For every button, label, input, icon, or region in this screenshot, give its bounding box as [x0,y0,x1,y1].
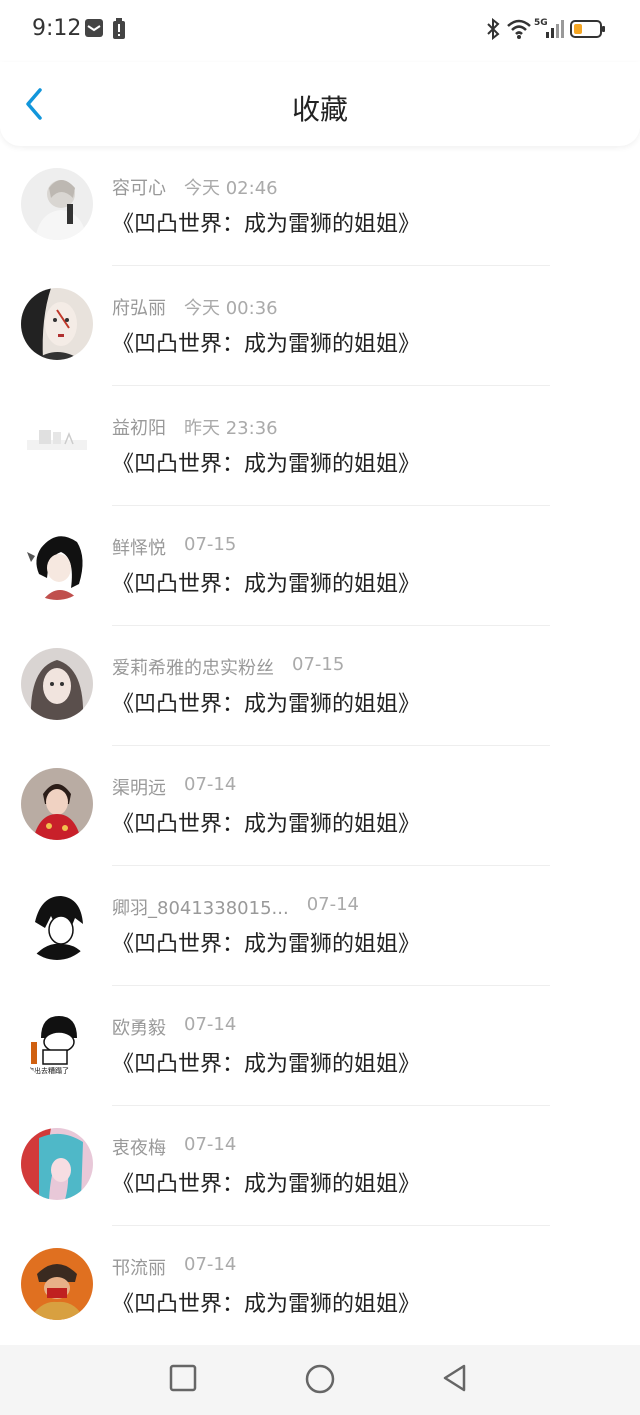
favorites-list: 容可心 今天 02:46 《凹凸世界：成为雷狮的姐姐》 府弘丽 今天 00:36 《… [0,146,640,1346]
wifi-icon [507,19,531,39]
item-meta: 容可心 今天 02:46 [112,174,278,200]
avatar-image [21,528,93,600]
book-title: 《凹凸世界：成为雷狮的姐姐》 [112,692,421,717]
alert-battery-icon [113,18,125,39]
avatar: 饱出去糟蹋了 [21,1008,93,1080]
timestamp: 07-14 [306,894,359,915]
user-name: 邗流丽 [112,1258,166,1279]
book-title: 《凹凸世界：成为雷狮的姐姐》 [112,1292,421,1317]
avatar-image [21,888,93,960]
list-item[interactable]: 渠明远 07-14 《凹凸世界：成为雷狮的姐姐》 [0,746,640,866]
item-meta: 府弘丽 今天 00:36 [112,294,278,320]
home-circle-icon[interactable] [304,1363,336,1395]
status-bar: 9:12 5G [0,0,640,64]
timestamp: 07-14 [184,1254,237,1275]
avatar-image [21,648,93,720]
avatar [21,1248,93,1320]
bluetooth-icon [487,18,500,40]
book-title: 《凹凸世界：成为雷狮的姐姐》 [112,572,421,597]
avatar [21,648,93,720]
item-meta: 卿羽_8041338015... 07-14 [112,894,359,920]
message-icon [85,19,103,37]
avatar-image [21,1248,93,1320]
list-item[interactable]: 益初阳 昨天 23:36 《凹凸世界：成为雷狮的姐姐》 [0,386,640,506]
user-name: 爱莉希雅的忠实粉丝 [112,658,274,679]
timestamp: 昨天 23:36 [184,418,278,439]
list-item[interactable]: 衷夜梅 07-14 《凹凸世界：成为雷狮的姐姐》 [0,1106,640,1226]
item-meta: 衷夜梅 07-14 [112,1134,236,1160]
item-meta: 邗流丽 07-14 [112,1254,236,1280]
user-name: 欧勇毅 [112,1018,166,1039]
timestamp: 07-15 [184,534,237,555]
user-name: 府弘丽 [112,298,166,319]
timestamp: 07-14 [184,1014,237,1035]
timestamp: 今天 00:36 [184,298,278,319]
book-title: 《凹凸世界：成为雷狮的姐姐》 [112,1052,421,1077]
item-meta: 爱莉希雅的忠实粉丝 07-15 [112,654,344,680]
avatar [21,288,93,360]
item-meta: 渠明远 07-14 [112,774,236,800]
list-item[interactable]: 卿羽_8041338015... 07-14 《凹凸世界：成为雷狮的姐姐》 [0,866,640,986]
item-meta: 益初阳 昨天 23:36 [112,414,278,440]
timestamp: 07-14 [184,1134,237,1155]
list-item[interactable]: 饱出去糟蹋了 欧勇毅 07-14 《凹凸世界：成为雷狮的姐姐》 [0,986,640,1106]
timestamp: 07-14 [184,774,237,795]
avatar [21,768,93,840]
book-title: 《凹凸世界：成为雷狮的姐姐》 [112,812,421,837]
list-item[interactable]: 邗流丽 07-14 《凹凸世界：成为雷狮的姐姐》 [0,1226,640,1346]
book-title: 《凹凸世界：成为雷狮的姐姐》 [112,452,421,477]
user-name: 益初阳 [112,418,166,439]
signal-icon [546,20,564,38]
avatar-image [21,168,93,240]
book-title: 《凹凸世界：成为雷狮的姐姐》 [112,332,421,357]
avatar-image [21,408,93,480]
timestamp: 今天 02:46 [184,178,278,199]
recent-apps-square-icon[interactable] [168,1363,198,1393]
timestamp: 07-15 [292,654,345,675]
avatar [21,1128,93,1200]
book-title: 《凹凸世界：成为雷狮的姐姐》 [112,212,421,237]
avatar-caption: 饱出去糟蹋了 [27,1067,69,1075]
avatar-image [21,768,93,840]
book-title: 《凹凸世界：成为雷狮的姐姐》 [112,932,421,957]
back-triangle-icon[interactable] [440,1363,470,1393]
user-name: 衷夜梅 [112,1138,166,1159]
avatar-image [21,288,93,360]
avatar [21,528,93,600]
item-meta: 欧勇毅 07-14 [112,1014,236,1040]
book-title: 《凹凸世界：成为雷狮的姐姐》 [112,1172,421,1197]
user-name: 容可心 [112,178,166,199]
battery-icon [570,20,605,38]
item-meta: 鲜怿悦 07-15 [112,534,236,560]
list-item[interactable]: 府弘丽 今天 00:36 《凹凸世界：成为雷狮的姐姐》 [0,266,640,386]
status-time: 9:12 [32,16,82,41]
avatar [21,888,93,960]
user-name: 渠明远 [112,778,166,799]
header: 收藏 [0,62,640,146]
list-item[interactable]: 爱莉希雅的忠实粉丝 07-15 《凹凸世界：成为雷狮的姐姐》 [0,626,640,746]
list-item[interactable]: 鲜怿悦 07-15 《凹凸世界：成为雷狮的姐姐》 [0,506,640,626]
avatar [21,168,93,240]
user-name: 鲜怿悦 [112,538,166,559]
page-title: 收藏 [291,93,348,126]
system-nav-bar [0,1345,640,1415]
avatar-image [21,1128,93,1200]
user-name: 卿羽_8041338015... [112,898,289,919]
list-item[interactable]: 容可心 今天 02:46 《凹凸世界：成为雷狮的姐姐》 [0,146,640,266]
avatar [21,408,93,480]
